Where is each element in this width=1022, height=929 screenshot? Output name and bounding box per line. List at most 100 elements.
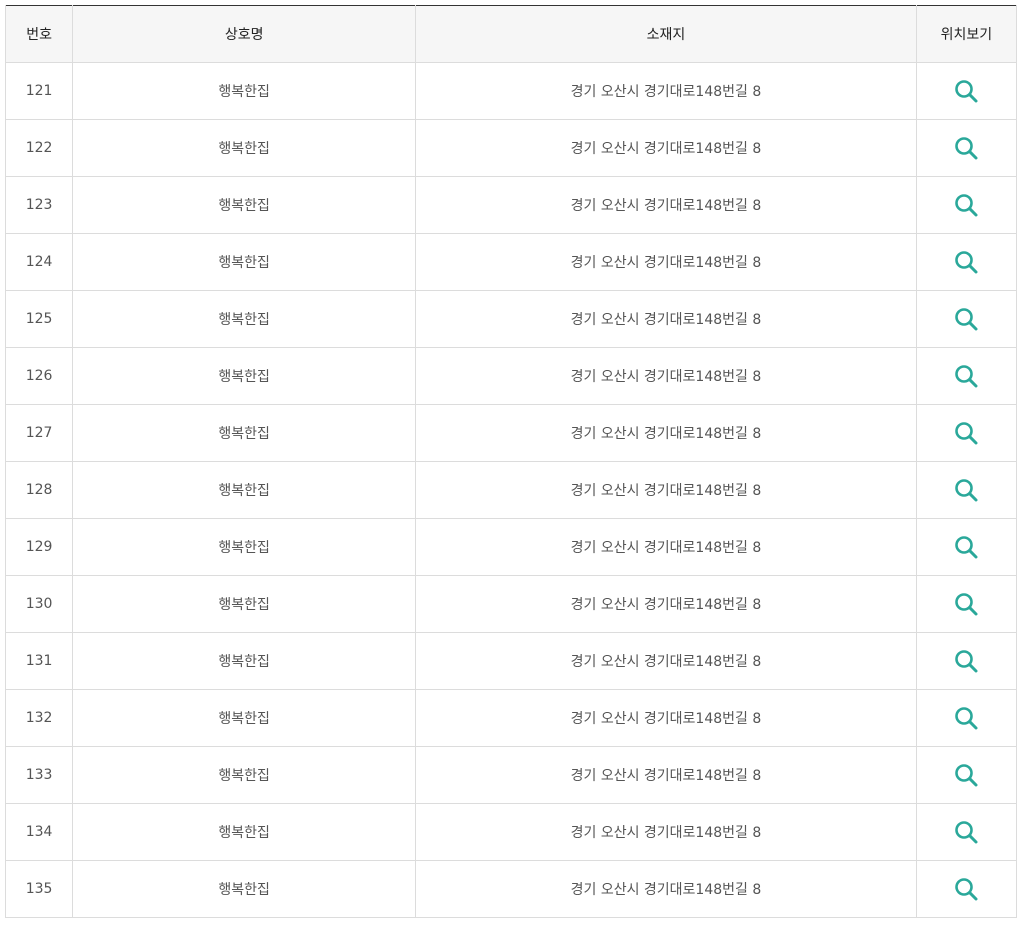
row-num: 122 — [4, 119, 73, 177]
location-view-button[interactable] — [953, 78, 979, 104]
row-location-cell — [915, 632, 1018, 690]
row-address: 경기 오산시 경기대로148번길 8 — [415, 290, 917, 348]
table-row: 131 행복한집 경기 오산시 경기대로148번길 8 — [4, 632, 1018, 690]
row-address: 경기 오산시 경기대로148번길 8 — [415, 860, 917, 918]
row-num: 121 — [4, 62, 73, 120]
location-view-button[interactable] — [953, 477, 979, 503]
search-icon — [955, 764, 978, 787]
search-icon — [955, 365, 978, 388]
table-row: 130 행복한집 경기 오산시 경기대로148번길 8 — [4, 575, 1018, 633]
row-address: 경기 오산시 경기대로148번길 8 — [415, 461, 917, 519]
row-address: 경기 오산시 경기대로148번길 8 — [415, 518, 917, 576]
search-icon — [955, 422, 978, 445]
row-store-name: 행복한집 — [72, 803, 416, 861]
row-location-cell — [915, 176, 1018, 234]
row-location-cell — [915, 575, 1018, 633]
header-name: 상호명 — [72, 5, 416, 63]
location-view-button[interactable] — [953, 762, 979, 788]
row-location-cell — [915, 860, 1018, 918]
row-location-cell — [915, 233, 1018, 291]
location-view-button[interactable] — [953, 876, 979, 902]
location-view-button[interactable] — [953, 534, 979, 560]
row-num: 127 — [4, 404, 73, 462]
table-body: 121 행복한집 경기 오산시 경기대로148번길 8 122 행복한집 경기 … — [4, 62, 1018, 918]
row-store-name: 행복한집 — [72, 176, 416, 234]
row-address: 경기 오산시 경기대로148번길 8 — [415, 746, 917, 804]
store-list: 번호 상호명 소재지 위치보기 121 행복한집 경기 오산시 경기대로148번… — [4, 5, 1018, 918]
location-view-button[interactable] — [953, 192, 979, 218]
row-address: 경기 오산시 경기대로148번길 8 — [415, 62, 917, 120]
row-store-name: 행복한집 — [72, 632, 416, 690]
row-store-name: 행복한집 — [72, 62, 416, 120]
header-row: 번호 상호명 소재지 위치보기 — [4, 5, 1018, 63]
table-row: 124 행복한집 경기 오산시 경기대로148번길 8 — [4, 233, 1018, 291]
table-row: 121 행복한집 경기 오산시 경기대로148번길 8 — [4, 62, 1018, 120]
row-location-cell — [915, 62, 1018, 120]
location-view-button[interactable] — [953, 306, 979, 332]
table-row: 135 행복한집 경기 오산시 경기대로148번길 8 — [4, 860, 1018, 918]
row-num: 128 — [4, 461, 73, 519]
location-view-button[interactable] — [953, 249, 979, 275]
search-icon — [955, 479, 978, 502]
search-icon — [955, 251, 978, 274]
table-row: 134 행복한집 경기 오산시 경기대로148번길 8 — [4, 803, 1018, 861]
row-store-name: 행복한집 — [72, 461, 416, 519]
search-icon — [955, 137, 978, 160]
table-header: 번호 상호명 소재지 위치보기 — [4, 5, 1018, 63]
row-location-cell — [915, 746, 1018, 804]
row-address: 경기 오산시 경기대로148번길 8 — [415, 233, 917, 291]
location-view-button[interactable] — [953, 648, 979, 674]
row-num: 124 — [4, 233, 73, 291]
row-num: 126 — [4, 347, 73, 405]
location-view-button[interactable] — [953, 705, 979, 731]
location-view-button[interactable] — [953, 363, 979, 389]
row-location-cell — [915, 518, 1018, 576]
row-location-cell — [915, 689, 1018, 747]
row-address: 경기 오산시 경기대로148번길 8 — [415, 803, 917, 861]
search-icon — [955, 536, 978, 559]
row-address: 경기 오산시 경기대로148번길 8 — [415, 575, 917, 633]
location-view-button[interactable] — [953, 135, 979, 161]
location-view-button[interactable] — [953, 420, 979, 446]
location-view-button[interactable] — [953, 819, 979, 845]
row-address: 경기 오산시 경기대로148번길 8 — [415, 404, 917, 462]
search-icon — [955, 650, 978, 673]
row-location-cell — [915, 461, 1018, 519]
row-location-cell — [915, 803, 1018, 861]
row-num: 132 — [4, 689, 73, 747]
search-icon — [955, 878, 978, 901]
row-store-name: 행복한집 — [72, 575, 416, 633]
row-address: 경기 오산시 경기대로148번길 8 — [415, 632, 917, 690]
search-icon — [955, 707, 978, 730]
table-row: 126 행복한집 경기 오산시 경기대로148번길 8 — [4, 347, 1018, 405]
search-icon — [955, 194, 978, 217]
row-address: 경기 오산시 경기대로148번길 8 — [415, 119, 917, 177]
row-num: 130 — [4, 575, 73, 633]
row-address: 경기 오산시 경기대로148번길 8 — [415, 176, 917, 234]
search-icon — [955, 593, 978, 616]
row-store-name: 행복한집 — [72, 290, 416, 348]
location-view-button[interactable] — [953, 591, 979, 617]
row-num: 135 — [4, 860, 73, 918]
header-location: 위치보기 — [915, 5, 1018, 63]
search-icon — [955, 80, 978, 103]
row-location-cell — [915, 290, 1018, 348]
row-store-name: 행복한집 — [72, 518, 416, 576]
row-num: 123 — [4, 176, 73, 234]
store-table: 번호 상호명 소재지 위치보기 121 행복한집 경기 오산시 경기대로148번… — [4, 5, 1018, 918]
header-address: 소재지 — [415, 5, 917, 63]
row-address: 경기 오산시 경기대로148번길 8 — [415, 689, 917, 747]
table-row: 127 행복한집 경기 오산시 경기대로148번길 8 — [4, 404, 1018, 462]
table-row: 123 행복한집 경기 오산시 경기대로148번길 8 — [4, 176, 1018, 234]
row-store-name: 행복한집 — [72, 689, 416, 747]
row-location-cell — [915, 119, 1018, 177]
row-num: 129 — [4, 518, 73, 576]
row-store-name: 행복한집 — [72, 860, 416, 918]
row-store-name: 행복한집 — [72, 404, 416, 462]
header-num: 번호 — [4, 5, 73, 63]
row-num: 133 — [4, 746, 73, 804]
table-row: 129 행복한집 경기 오산시 경기대로148번길 8 — [4, 518, 1018, 576]
row-location-cell — [915, 404, 1018, 462]
row-location-cell — [915, 347, 1018, 405]
row-store-name: 행복한집 — [72, 347, 416, 405]
